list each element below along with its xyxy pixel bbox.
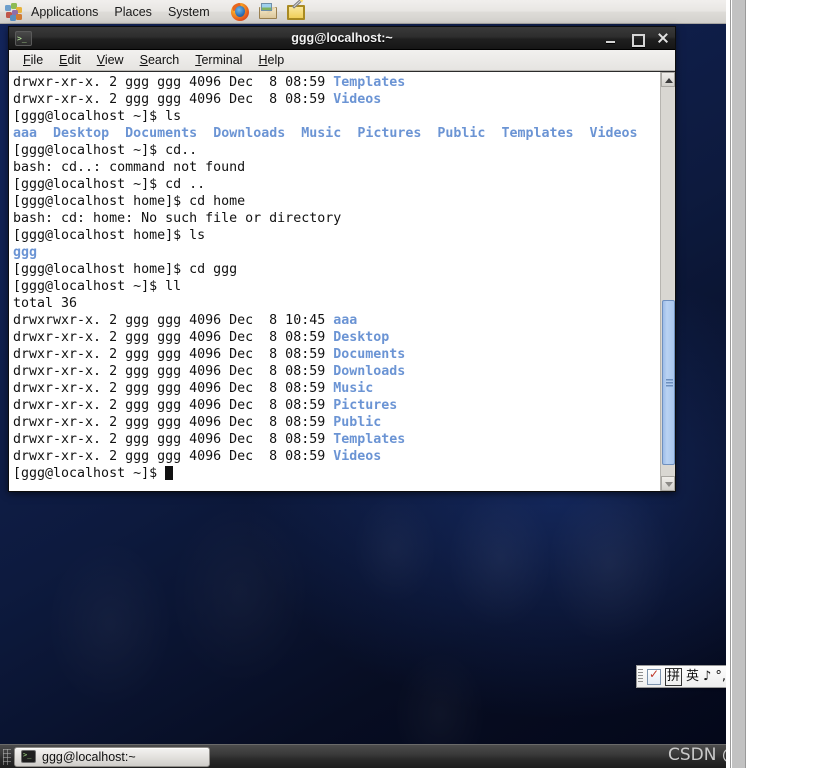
menu-file[interactable]: File: [15, 51, 51, 69]
taskbar-window-label: ggg@localhost:~: [42, 749, 136, 764]
minimize-button[interactable]: [605, 32, 617, 45]
terminal-taskbar-icon: [21, 749, 36, 763]
ime-pinyin-mode[interactable]: 拼: [665, 667, 683, 686]
ime-toolbar[interactable]: 拼 英 ♪ °, 简 ⚙ ⋮: [636, 665, 726, 688]
menu-terminal[interactable]: Terminal: [187, 51, 250, 69]
close-button[interactable]: [657, 32, 669, 45]
menu-places[interactable]: Places: [107, 2, 159, 22]
ime-halfwidth-toggle[interactable]: ♪: [701, 667, 713, 687]
terminal-menubar: File Edit View Search Terminal Help: [9, 50, 675, 71]
menu-system[interactable]: System: [161, 2, 217, 22]
evolution-mail-launcher-icon[interactable]: [257, 1, 279, 23]
taskbar-drag-handle[interactable]: [3, 748, 11, 765]
terminal-window[interactable]: ggg@localhost:~ File Edit View Search Te…: [8, 26, 676, 492]
menu-view[interactable]: View: [89, 51, 132, 69]
terminal-output[interactable]: drwxr-xr-x. 2 ggg ggg 4096 Dec 8 08:59 T…: [9, 72, 660, 491]
bottom-panel: ggg@localhost:~: [0, 744, 726, 768]
taskbar-window-button[interactable]: ggg@localhost:~: [14, 746, 210, 767]
viewer-background: [747, 0, 816, 768]
ime-drag-handle[interactable]: [638, 669, 643, 684]
terminal-titlebar[interactable]: ggg@localhost:~: [9, 27, 675, 50]
gnome-foot-icon: [4, 2, 22, 21]
menu-help[interactable]: Help: [250, 51, 292, 69]
menu-applications[interactable]: Applications: [24, 2, 105, 22]
menu-edit[interactable]: Edit: [51, 51, 89, 69]
window-control-buttons: [605, 32, 675, 47]
terminal-scrollbar[interactable]: [660, 72, 675, 491]
viewer-scrollbar[interactable]: [730, 0, 746, 768]
ime-english-mode[interactable]: 英: [684, 667, 701, 687]
ime-logo-icon[interactable]: [647, 667, 661, 685]
viewer-scrollbar-thumb[interactable]: [732, 0, 745, 768]
scrollbar-thumb[interactable]: [662, 300, 675, 465]
maximize-button[interactable]: [631, 32, 645, 47]
desktop-screen: Applications Places System ggg@localhost…: [0, 0, 726, 768]
text-editor-launcher-icon[interactable]: [285, 0, 307, 23]
scroll-up-arrow-icon[interactable]: [661, 72, 675, 87]
menu-search[interactable]: Search: [132, 51, 188, 69]
top-panel: Applications Places System: [0, 0, 726, 24]
terminal-title: ggg@localhost:~: [291, 31, 393, 45]
terminal-icon: [15, 30, 32, 46]
ime-punctuation-toggle[interactable]: °,: [713, 667, 726, 687]
scroll-down-arrow-icon[interactable]: [661, 476, 675, 491]
terminal-body[interactable]: drwxr-xr-x. 2 ggg ggg 4096 Dec 8 08:59 T…: [9, 72, 675, 491]
firefox-launcher-icon[interactable]: [229, 1, 251, 23]
